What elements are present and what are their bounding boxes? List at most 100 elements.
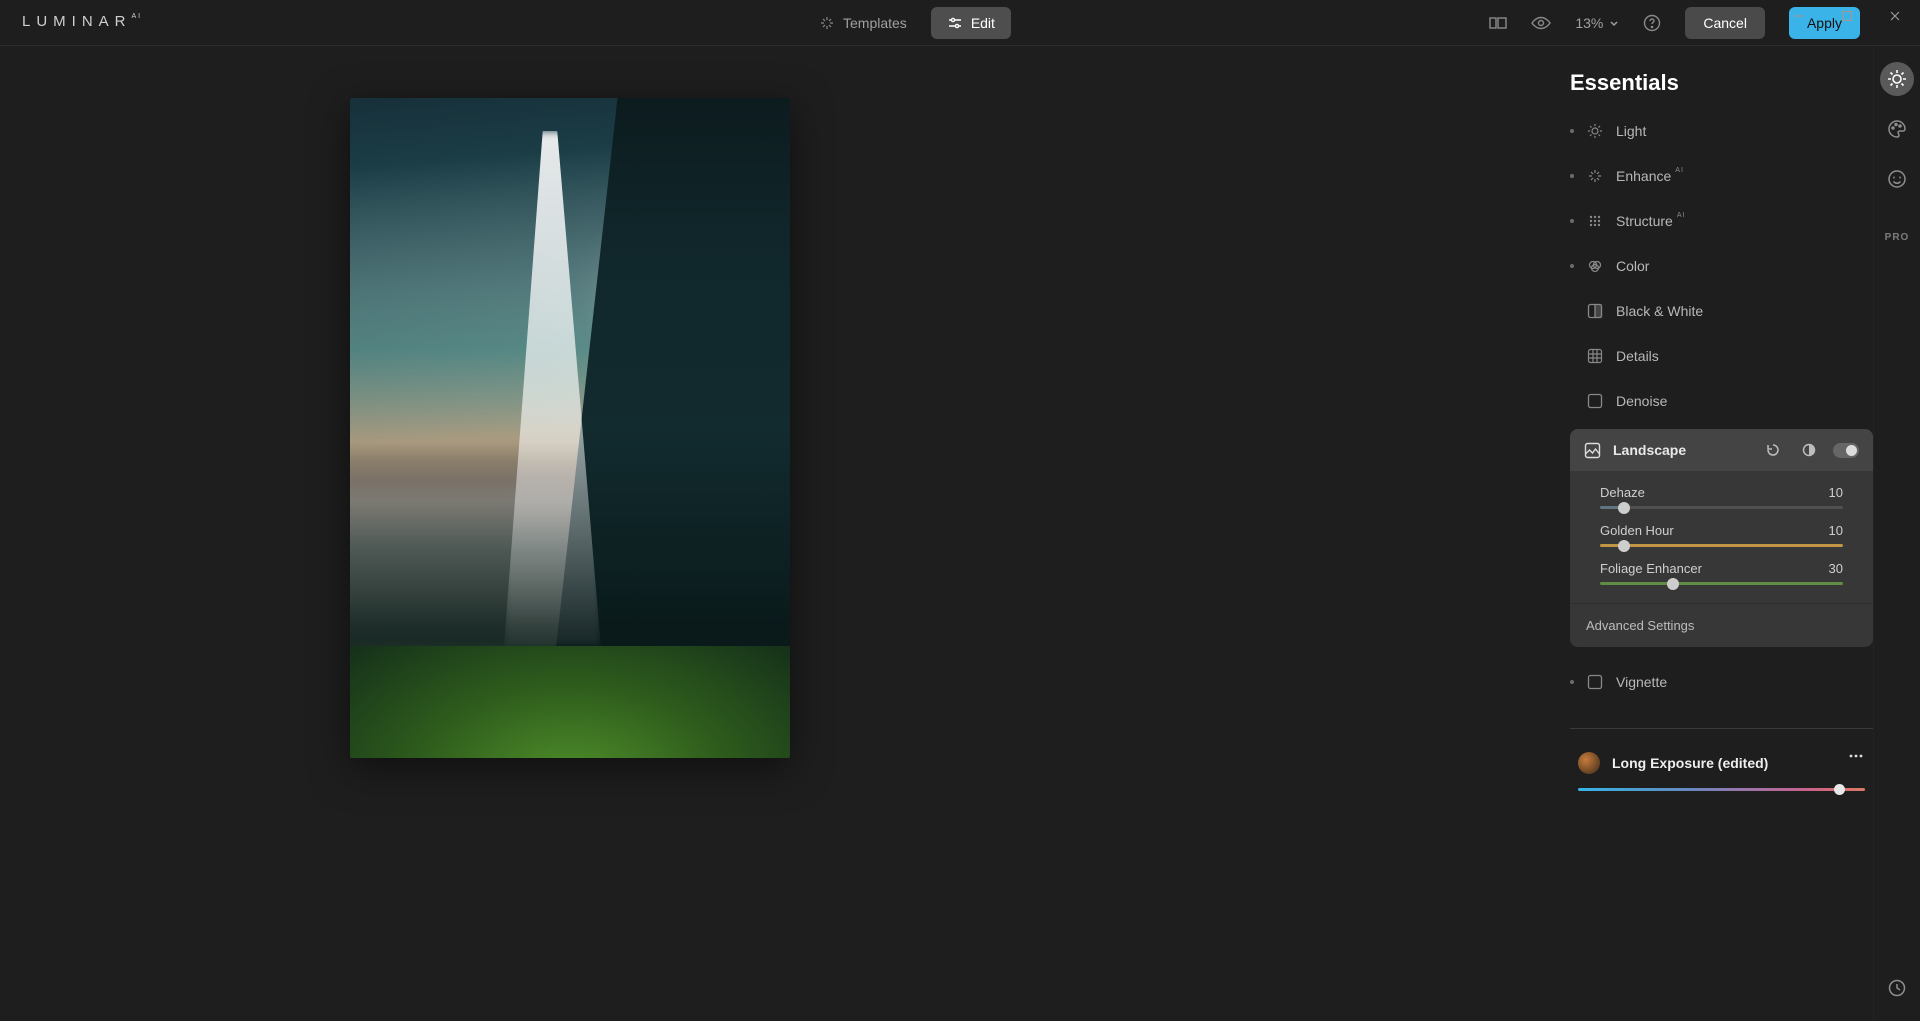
advanced-settings-label: Advanced Settings — [1586, 618, 1694, 633]
sidebar-creative[interactable] — [1880, 112, 1914, 146]
top-bar: LUMINARAI Templates Edit 13% — [0, 0, 1920, 46]
tool-label: Structure — [1616, 213, 1673, 229]
mask-icon[interactable] — [1797, 438, 1821, 462]
edit-label: Edit — [971, 15, 995, 31]
window-maximize-button[interactable] — [1824, 0, 1870, 32]
landscape-label: Landscape — [1613, 442, 1686, 458]
status-dot — [1570, 264, 1574, 268]
zoom-value: 13% — [1575, 15, 1603, 31]
light-icon — [1586, 123, 1604, 139]
slider-thumb[interactable] — [1618, 540, 1630, 552]
templates-label: Templates — [843, 15, 907, 31]
slider-value: 10 — [1829, 523, 1843, 538]
sidebar-pro[interactable]: PRO — [1883, 220, 1912, 254]
app-edition: AI — [132, 13, 143, 20]
slider-label: Golden Hour — [1600, 523, 1674, 538]
crop-icon[interactable] — [1489, 16, 1507, 30]
tool-bw[interactable]: Black & White — [1570, 288, 1873, 333]
slider-foliage: Foliage Enhancer 30 — [1600, 561, 1843, 585]
status-dot — [1570, 399, 1574, 403]
preset-intensity-track[interactable] — [1578, 788, 1865, 791]
tool-denoise[interactable]: Denoise — [1570, 378, 1873, 423]
landscape-icon — [1584, 442, 1601, 459]
tool-label: Black & White — [1616, 303, 1703, 319]
slider-track[interactable] — [1600, 544, 1843, 547]
mode-switcher: Templates Edit — [803, 7, 1011, 39]
sun-icon — [1887, 69, 1907, 89]
color-icon — [1586, 258, 1604, 274]
vignette-label: Vignette — [1616, 674, 1667, 690]
tool-enhance[interactable]: Enhance AI — [1570, 153, 1873, 198]
tool-details[interactable]: Details — [1570, 333, 1873, 378]
slider-value: 30 — [1829, 561, 1843, 576]
palette-icon — [1887, 119, 1907, 139]
tool-light[interactable]: Light — [1570, 108, 1873, 153]
preset-menu-button[interactable] — [1847, 747, 1865, 765]
cancel-label: Cancel — [1703, 15, 1747, 31]
edit-panel: Essentials Light Enhance AI Structure AI Colo… — [1570, 46, 1873, 1021]
status-dot — [1570, 219, 1574, 223]
bw-icon — [1586, 303, 1604, 319]
preset-name: Long Exposure (edited) — [1612, 755, 1768, 771]
reset-icon[interactable] — [1761, 438, 1785, 462]
face-icon — [1887, 169, 1907, 189]
history-icon — [1887, 978, 1907, 998]
slider-thumb[interactable] — [1618, 502, 1630, 514]
details-icon — [1586, 348, 1604, 364]
slider-value: 10 — [1829, 485, 1843, 500]
window-close-button[interactable] — [1872, 0, 1918, 32]
slider-track[interactable] — [1600, 582, 1843, 585]
divider — [1570, 728, 1873, 729]
advanced-settings-button[interactable]: Advanced Settings — [1570, 603, 1873, 647]
window-minimize-button[interactable] — [1776, 0, 1822, 32]
tool-label: Light — [1616, 123, 1646, 139]
tool-color[interactable]: Color — [1570, 243, 1873, 288]
eye-icon[interactable] — [1531, 16, 1551, 30]
app-logo: LUMINARAI — [22, 13, 142, 30]
status-dot — [1570, 129, 1574, 133]
panel-title: Essentials — [1570, 62, 1873, 108]
tool-landscape-expanded: Landscape Dehaze 10 Golden Hour 10 Foliage E… — [1570, 429, 1873, 647]
app-name: LUMINAR — [22, 13, 132, 30]
slider-thumb[interactable] — [1667, 578, 1679, 590]
preset-intensity-thumb[interactable] — [1834, 784, 1845, 795]
vignette-icon — [1586, 674, 1604, 690]
preset-swatch — [1578, 752, 1600, 774]
templates-tab[interactable]: Templates — [803, 7, 923, 39]
tool-label: Enhance — [1616, 168, 1671, 184]
slider-track[interactable] — [1600, 506, 1843, 509]
category-sidebar: PRO — [1873, 46, 1920, 1021]
canvas[interactable] — [0, 46, 1570, 1021]
window-controls — [1776, 0, 1918, 32]
help-icon[interactable] — [1643, 14, 1661, 32]
structure-icon — [1586, 213, 1604, 229]
zoom-control[interactable]: 13% — [1575, 15, 1619, 31]
denoise-icon — [1586, 393, 1604, 409]
sidebar-history[interactable] — [1880, 971, 1914, 1005]
status-dot — [1570, 354, 1574, 358]
sidebar-portrait[interactable] — [1880, 162, 1914, 196]
templates-icon — [819, 15, 835, 31]
ai-badge: AI — [1677, 212, 1686, 219]
landscape-toggle[interactable] — [1833, 443, 1859, 458]
tool-label: Denoise — [1616, 393, 1667, 409]
status-dot — [1570, 680, 1574, 684]
ai-badge: AI — [1675, 167, 1684, 174]
tool-structure[interactable]: Structure AI — [1570, 198, 1873, 243]
tool-vignette[interactable]: Vignette — [1570, 659, 1873, 704]
sidebar-essentials[interactable] — [1880, 62, 1914, 96]
edit-tab[interactable]: Edit — [931, 7, 1011, 39]
slider-label: Dehaze — [1600, 485, 1645, 500]
enhance-icon — [1586, 168, 1604, 184]
sliders-icon — [947, 15, 963, 31]
photo-preview — [350, 98, 790, 758]
status-dot — [1570, 174, 1574, 178]
slider-label: Foliage Enhancer — [1600, 561, 1702, 576]
tool-label: Color — [1616, 258, 1649, 274]
slider-golden: Golden Hour 10 — [1600, 523, 1843, 547]
preset-row[interactable]: Long Exposure (edited) — [1570, 743, 1873, 783]
tool-label: Details — [1616, 348, 1659, 364]
cancel-button[interactable]: Cancel — [1685, 7, 1765, 39]
status-dot — [1570, 309, 1574, 313]
pro-label: PRO — [1885, 232, 1910, 243]
